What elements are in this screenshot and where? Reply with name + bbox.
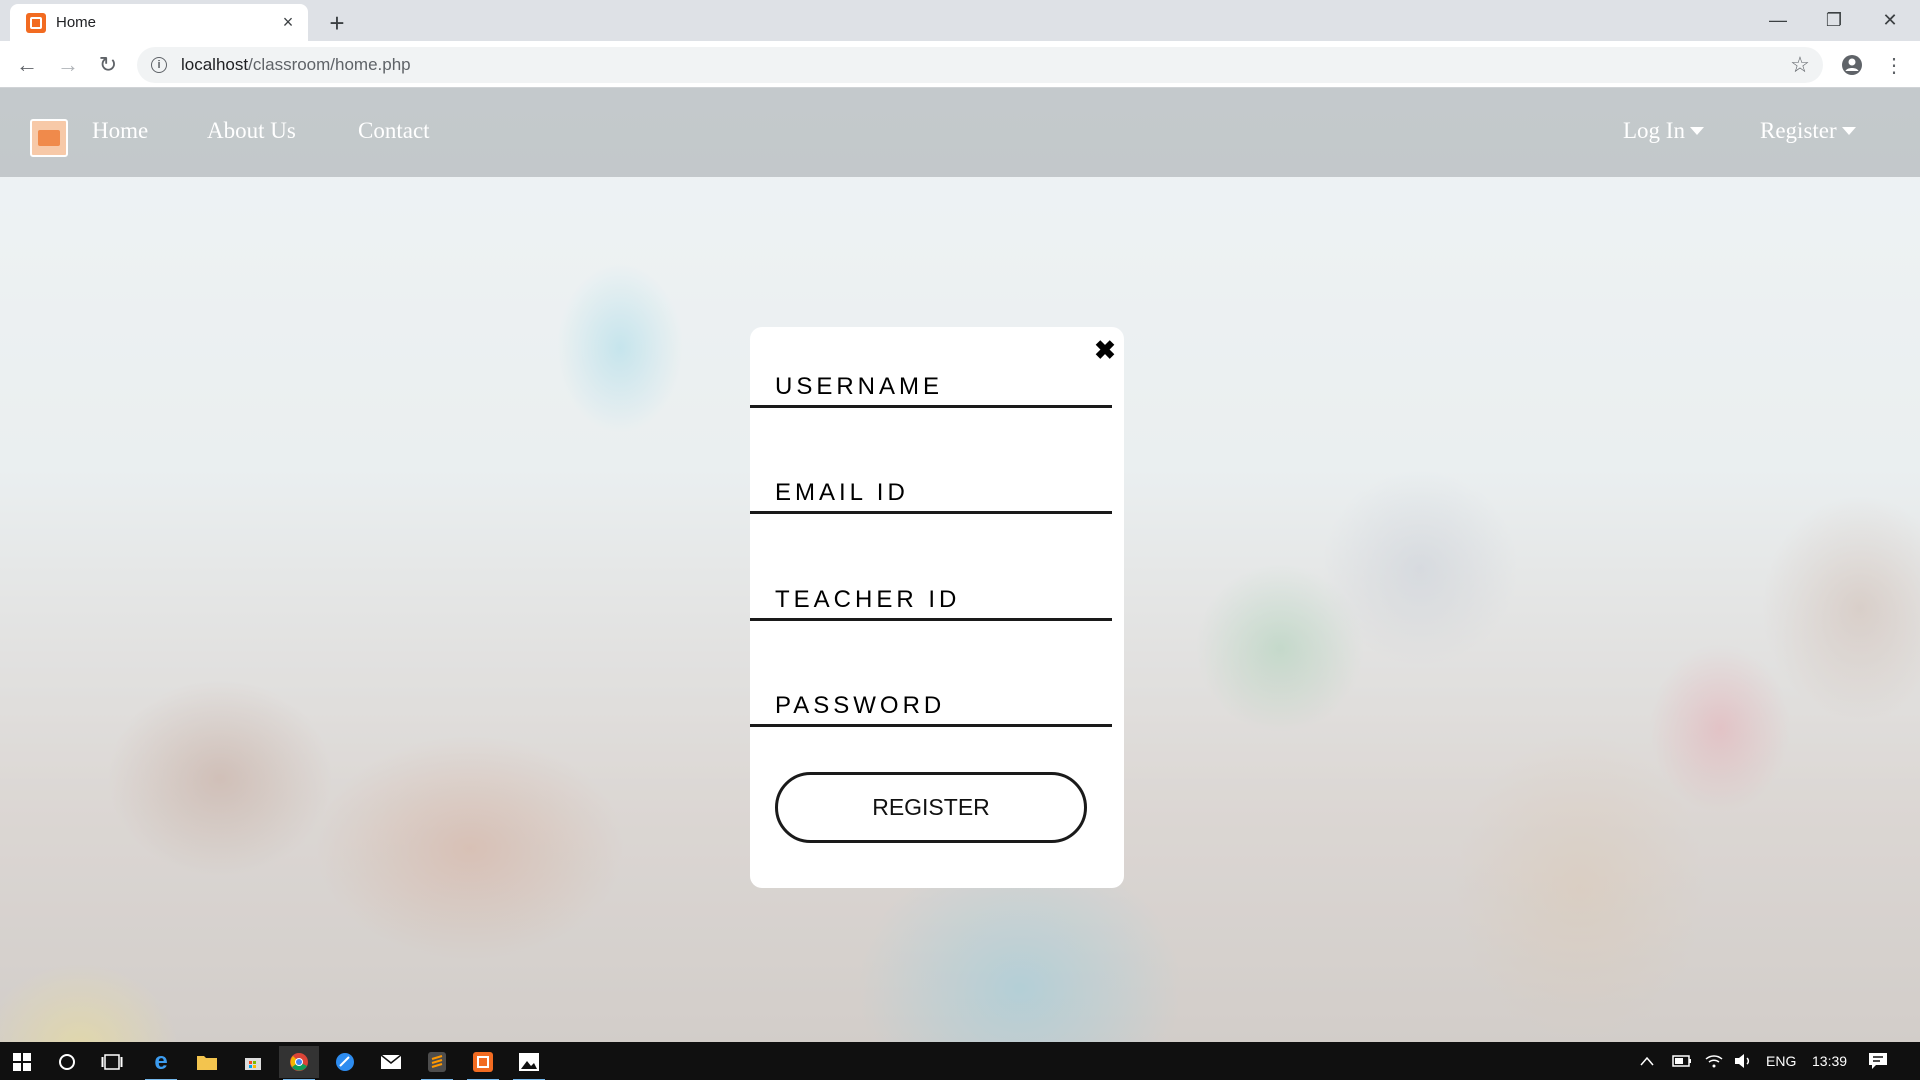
teacher-id-field (750, 583, 1112, 621)
back-button[interactable]: ← (11, 49, 43, 81)
close-modal-icon[interactable]: ✖ (1093, 337, 1117, 363)
password-input[interactable] (775, 689, 1105, 723)
maximize-button[interactable]: ❐ (1806, 0, 1862, 41)
password-field (750, 689, 1112, 727)
reload-button[interactable]: ↻ (92, 49, 124, 81)
xampp-favicon-icon (26, 12, 46, 33)
nav-login-dropdown[interactable]: Log In (1623, 118, 1704, 144)
nav-link-contact[interactable]: Contact (358, 118, 430, 144)
tray-chevron-icon[interactable] (1640, 1042, 1654, 1080)
url-path: /classroom/home.php (248, 55, 411, 74)
email-input[interactable] (775, 476, 1105, 510)
clock[interactable]: 13:39 (1812, 1042, 1847, 1080)
wifi-icon[interactable] (1704, 1042, 1724, 1080)
windows-taskbar: e ENG 13:39 (0, 1042, 1920, 1080)
email-field (750, 476, 1112, 514)
store-icon[interactable] (233, 1046, 273, 1078)
forward-button[interactable]: → (52, 49, 84, 81)
close-window-button[interactable]: ✕ (1862, 0, 1918, 41)
username-field (750, 370, 1112, 408)
volume-icon[interactable] (1734, 1042, 1754, 1080)
site-logo[interactable] (30, 119, 68, 157)
url-text[interactable]: localhost/classroom/home.php (181, 55, 1785, 75)
edge-browser-icon[interactable]: e (141, 1046, 181, 1080)
nav-link-about-us[interactable]: About Us (207, 118, 296, 144)
tab-title: Home (56, 14, 97, 31)
sublime-text-icon[interactable] (417, 1046, 457, 1080)
bookmark-star-icon[interactable]: ☆ (1785, 50, 1815, 80)
url-host: localhost (181, 55, 249, 74)
username-input[interactable] (775, 370, 1105, 404)
chrome-icon[interactable] (279, 1046, 319, 1080)
caret-down-icon (1841, 126, 1856, 135)
browser-menu-icon[interactable]: ⋮ (1878, 49, 1910, 81)
language-indicator[interactable]: ENG (1766, 1042, 1796, 1080)
minimize-button[interactable]: — (1750, 0, 1806, 41)
teacher-id-input[interactable] (775, 583, 1105, 617)
windows-start-icon[interactable] (2, 1046, 42, 1078)
browser-tabstrip: Home × + — ❐ ✕ (0, 0, 1920, 41)
register-modal: ✖ REGISTER (750, 327, 1124, 888)
page-background: Home About Us Contact Log In Register ✖ … (0, 88, 1920, 1042)
action-center-icon[interactable] (1868, 1042, 1888, 1080)
new-tab-button[interactable]: + (322, 8, 352, 38)
profile-icon[interactable] (1836, 49, 1868, 81)
browser-app-icon[interactable] (325, 1046, 365, 1078)
cortana-search-icon[interactable] (47, 1046, 87, 1078)
register-button[interactable]: REGISTER (775, 772, 1087, 843)
task-view-icon[interactable] (92, 1046, 132, 1078)
site-navbar: Home About Us Contact Log In Register (0, 88, 1920, 177)
file-explorer-icon[interactable] (187, 1046, 227, 1078)
xampp-icon[interactable] (463, 1046, 503, 1080)
battery-icon[interactable] (1672, 1042, 1692, 1080)
mail-icon[interactable] (371, 1046, 411, 1078)
address-bar[interactable]: i localhost/classroom/home.php ☆ (137, 47, 1823, 83)
photos-icon[interactable] (509, 1046, 549, 1080)
site-info-icon[interactable]: i (151, 57, 167, 73)
register-label: Register (1760, 118, 1837, 143)
nav-link-home[interactable]: Home (92, 118, 148, 144)
browser-tab-home[interactable]: Home × (10, 4, 308, 41)
nav-register-dropdown[interactable]: Register (1760, 118, 1856, 144)
tab-close-icon[interactable]: × (276, 11, 300, 35)
caret-down-icon (1689, 126, 1704, 135)
browser-toolbar: ← → ↻ i localhost/classroom/home.php ☆ ⋮ (0, 41, 1920, 88)
login-label: Log In (1623, 118, 1685, 143)
